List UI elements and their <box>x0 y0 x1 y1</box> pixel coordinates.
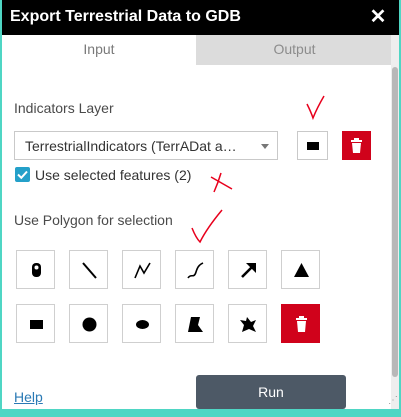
draw-freehand-polygon-button[interactable] <box>228 304 267 343</box>
trash-icon <box>296 316 307 332</box>
draw-ellipse-button[interactable] <box>122 304 161 343</box>
rectangle-icon <box>307 142 319 150</box>
trash-icon <box>351 138 362 153</box>
close-icon[interactable]: ✕ <box>368 7 388 27</box>
tab-bar: Input Output <box>2 35 393 65</box>
draw-arrow-button[interactable] <box>228 250 267 289</box>
use-selected-checkbox[interactable] <box>15 167 30 182</box>
cross-annotation <box>210 172 233 193</box>
rectangle-icon <box>30 320 43 329</box>
clear-layer-button[interactable] <box>342 131 371 160</box>
arrow-icon <box>241 263 256 278</box>
draw-polyline-button[interactable] <box>122 250 161 289</box>
draw-circle-button[interactable] <box>69 304 108 343</box>
indicators-layer-select[interactable]: TerrestrialIndicators (TerrADat a… <box>14 131 278 160</box>
line-icon <box>82 262 97 279</box>
polygon-icon <box>188 317 203 332</box>
freehand-polygon-icon <box>240 317 256 332</box>
draw-triangle-button[interactable] <box>281 250 320 289</box>
resize-grip-icon[interactable]: ⋰ <box>388 396 398 406</box>
freehand-polyline-icon <box>187 262 204 279</box>
selected-layer-value: TerrestrialIndicators (TerrADat a… <box>25 138 237 154</box>
clear-drawing-button[interactable] <box>281 304 320 343</box>
run-button[interactable]: Run <box>196 375 346 409</box>
scrollbar-thumb[interactable] <box>392 67 398 377</box>
point-icon <box>32 263 41 277</box>
indicators-layer-label: Indicators Layer <box>14 100 114 116</box>
checkmark-annotation-2 <box>191 209 223 244</box>
checkmark-annotation-1 <box>306 95 325 121</box>
use-selected-label: Use selected features (2) <box>35 167 192 183</box>
circle-icon <box>82 317 97 332</box>
export-widget-panel: Export Terrestrial Data to GDB ✕ Input O… <box>0 0 401 417</box>
draw-point-button[interactable] <box>16 250 55 289</box>
draw-line-button[interactable] <box>69 250 108 289</box>
triangle-icon <box>294 263 309 277</box>
draw-polygon-button[interactable] <box>175 304 214 343</box>
help-link[interactable]: Help <box>14 389 43 405</box>
draw-rectangle-button[interactable] <box>297 131 328 160</box>
window-title: Export Terrestrial Data to GDB <box>10 8 241 25</box>
ellipse-icon <box>136 320 149 329</box>
title-bar: Export Terrestrial Data to GDB ✕ <box>2 0 399 35</box>
draw-rectangle-tool-button[interactable] <box>16 304 55 343</box>
draw-freehand-polyline-button[interactable] <box>175 250 214 289</box>
tab-output[interactable]: Output <box>196 35 393 65</box>
polygon-selection-label: Use Polygon for selection <box>14 212 173 228</box>
polyline-icon <box>134 262 151 279</box>
tab-input[interactable]: Input <box>2 35 196 65</box>
chevron-down-icon <box>261 144 269 149</box>
check-icon <box>17 170 28 180</box>
